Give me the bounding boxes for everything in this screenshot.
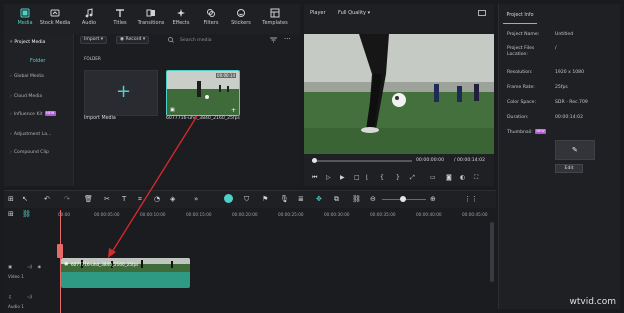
video-editor-window: Media Stock Media Audio Titles Transitio… bbox=[0, 0, 624, 313]
annotation-arrow bbox=[108, 115, 198, 258]
watermark: wtvid.com bbox=[569, 297, 616, 307]
